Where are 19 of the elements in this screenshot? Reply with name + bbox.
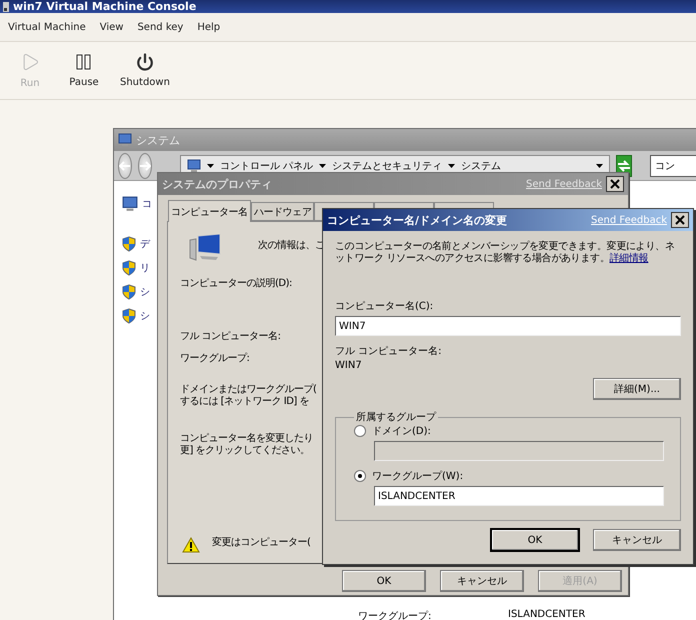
info-value: ISLANDCENTER [508,609,586,620]
info-text-line: コンピューター名を変更したり [180,433,313,445]
warning-text: 変更はコンピューター( [212,537,310,549]
field-label: フル コンピューター名: [180,331,281,343]
group-title: 所属するグループ [355,410,438,424]
window-title: win7 Virtual Machine Console [13,0,196,13]
info-text-line: 更] をクリックしてください。 [180,445,310,457]
dialog-title: コンピューター名/ドメイン名の変更 [327,212,508,228]
full-name-value: WIN7 [335,360,362,372]
dialog-title: システムのプロパティ [162,176,273,192]
field-label: コンピューターの説明(D): [180,278,292,290]
field-label: コンピューター名(C): [335,301,434,313]
info-text-line: するには [ネットワーク ID] を [180,396,309,408]
info-text-line: ドメインまたはワークグループ( [180,384,316,396]
field-label: フル コンピューター名: [335,346,442,358]
field-label: ワークグループ: [180,353,250,365]
info-label: ワークグループ: [358,610,432,620]
window-title: システム [136,132,180,148]
description-text: このコンピューターの名前とメンバーシップを変更できます。変更により、ネットワーク リソースへのアクセスに影響する場合があります。詳細情報 [335,241,676,265]
